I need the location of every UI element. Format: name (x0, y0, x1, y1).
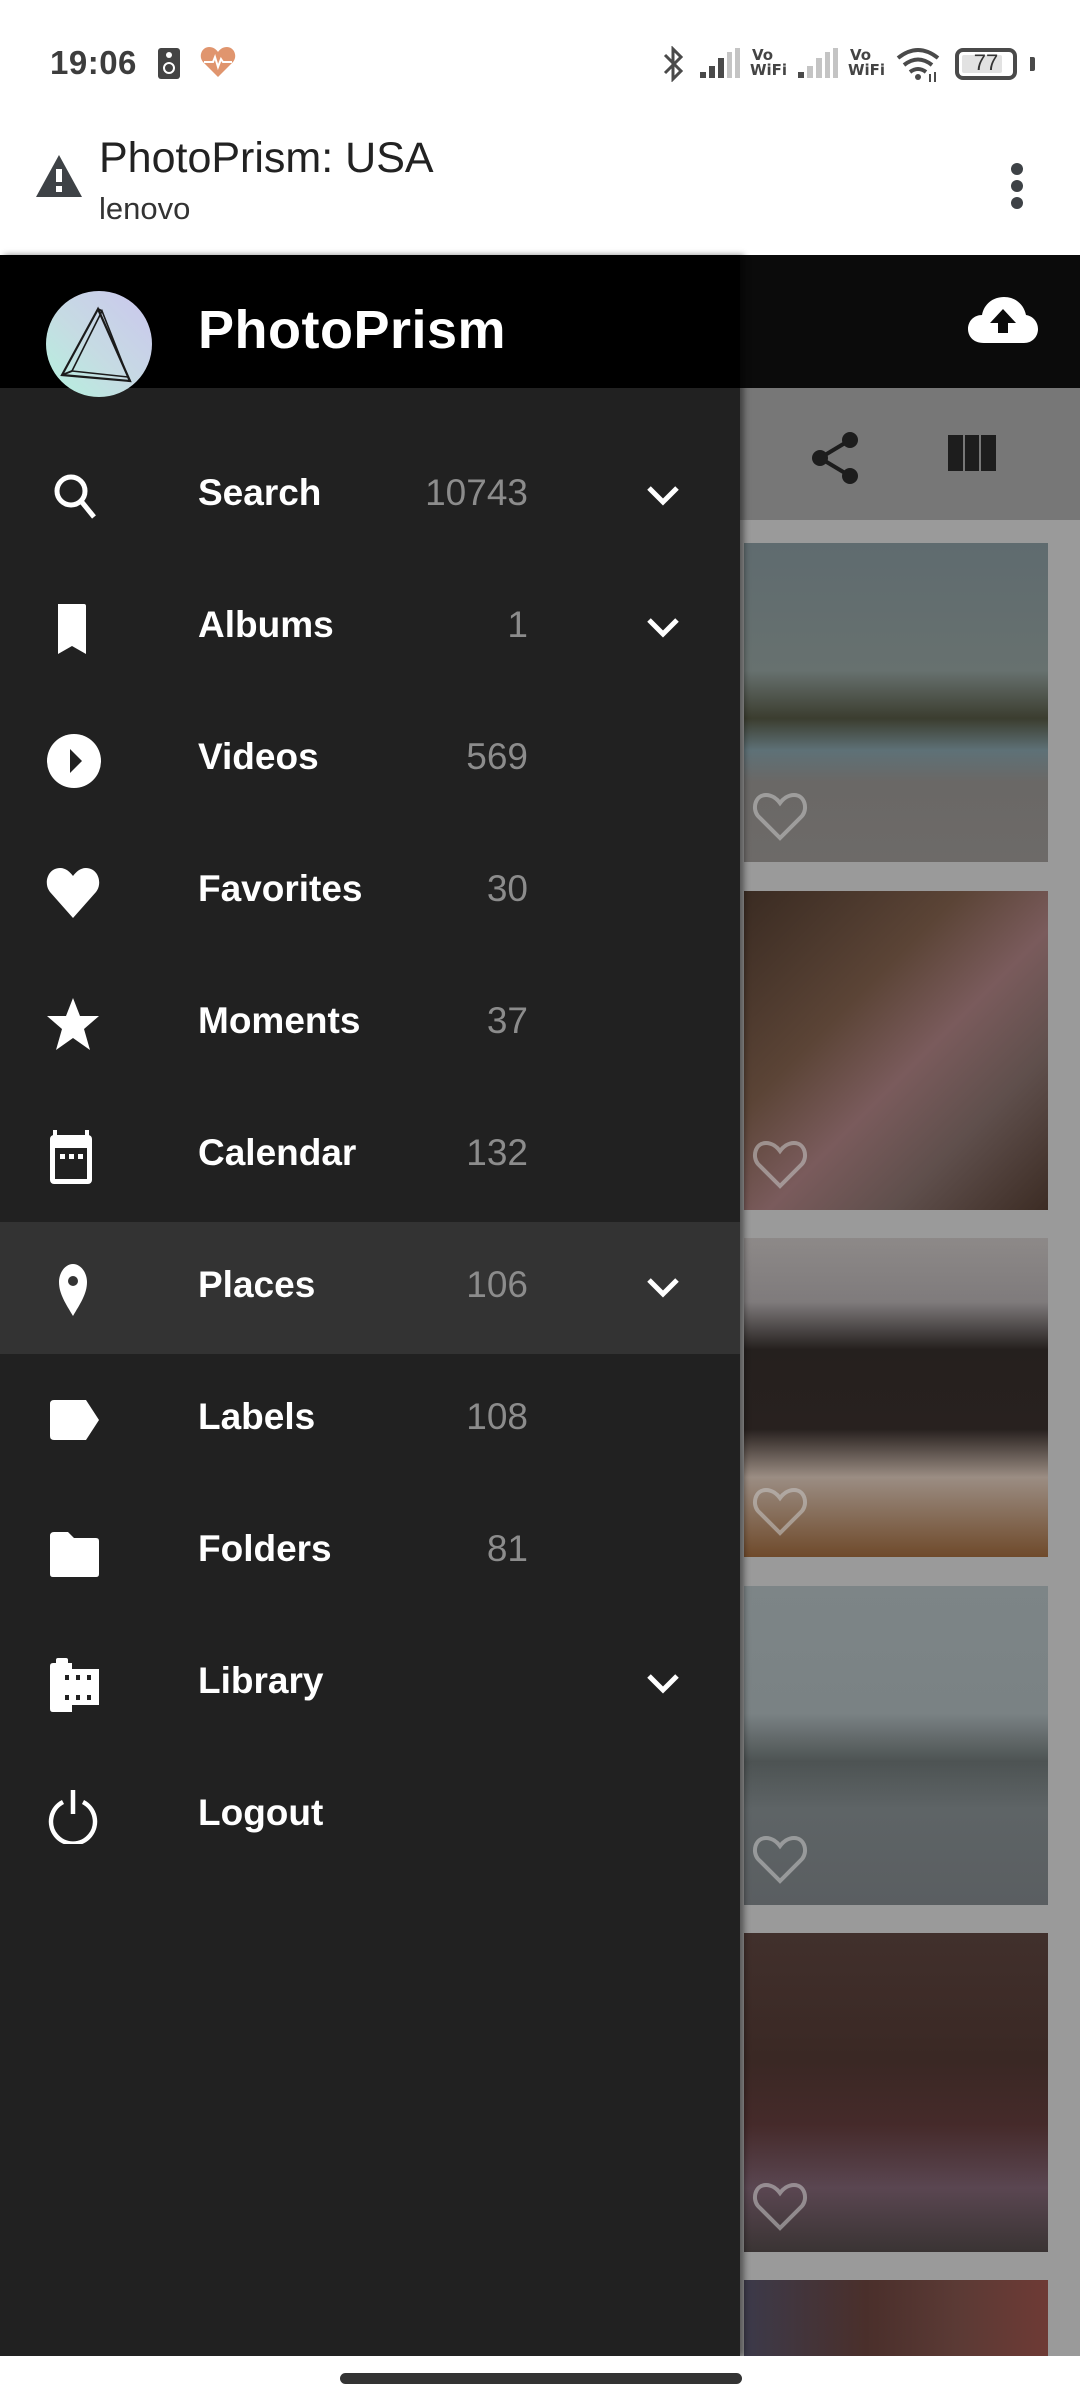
menu-item-labels[interactable]: Labels 108 (0, 1354, 740, 1486)
menu-item-count: 1 (507, 604, 528, 645)
battery-nub (1030, 57, 1035, 71)
drawer-header: PhotoPrism (0, 255, 740, 397)
menu-item-label: Labels (198, 1396, 316, 1437)
system-nav-bar (0, 2356, 1080, 2400)
vowifi-icon: Vo WiFi (750, 48, 787, 78)
menu-item-label: Search (198, 472, 322, 513)
chevron-down-icon[interactable] (643, 1666, 683, 1702)
label-icon (50, 1400, 99, 1440)
menu-item-label: Places (198, 1264, 316, 1305)
folder-icon (50, 1532, 99, 1577)
bluetooth-icon (663, 46, 684, 82)
more-vert-icon[interactable] (1000, 155, 1034, 215)
star-icon (47, 998, 99, 1050)
chevron-down-icon[interactable] (643, 1270, 683, 1306)
chevron-down-icon[interactable] (643, 610, 683, 646)
wifi-icon (896, 48, 940, 82)
warning-icon[interactable] (34, 153, 84, 199)
power-icon (48, 1790, 98, 1844)
drawer-menu: Search 10743 Albums 1 Videos 569 Favorit… (0, 430, 740, 1882)
play-circle-icon (47, 734, 101, 788)
menu-item-library[interactable]: Library (0, 1618, 740, 1750)
menu-item-count: 30 (486, 868, 528, 909)
place-icon (59, 1264, 87, 1316)
menu-item-count: 10743 (425, 472, 528, 513)
menu-item-calendar[interactable]: Calendar 132 (0, 1090, 740, 1222)
menu-item-count: 106 (466, 1264, 528, 1305)
prism-icon (60, 306, 132, 383)
home-gesture-handle[interactable] (340, 2373, 742, 2384)
navigation-drawer: PhotoPrism Search 10743 Albums 1 Videos … (0, 255, 740, 2356)
vowifi-icon: Vo WiFi (848, 48, 885, 78)
page-title: PhotoPrism: USA (99, 134, 434, 182)
chevron-down-icon[interactable] (643, 478, 683, 514)
signal-icon (798, 48, 838, 78)
battery-icon: 77 (955, 48, 1017, 80)
menu-item-count: 569 (466, 736, 528, 777)
vowifi-bottom: WiFi (848, 61, 886, 79)
menu-item-count: 37 (486, 1000, 528, 1041)
vowifi-bottom: WiFi (750, 61, 788, 79)
health-heart-icon (200, 47, 236, 77)
menu-item-label: Library (198, 1660, 324, 1701)
menu-item-moments[interactable]: Moments 37 (0, 958, 740, 1090)
heart-icon (46, 868, 100, 918)
menu-item-count: 132 (466, 1132, 528, 1173)
calendar-icon (50, 1130, 92, 1184)
menu-item-logout[interactable]: Logout (0, 1750, 740, 1882)
menu-item-label: Albums (198, 604, 334, 645)
menu-item-label: Favorites (198, 868, 363, 909)
photoprism-logo[interactable] (46, 291, 152, 397)
menu-item-folders[interactable]: Folders 81 (0, 1486, 740, 1618)
search-icon (54, 474, 96, 519)
menu-item-label: Folders (198, 1528, 332, 1569)
menu-item-label: Moments (198, 1000, 361, 1041)
menu-item-label: Videos (198, 736, 319, 777)
page-subtitle: lenovo (99, 191, 191, 226)
menu-item-videos[interactable]: Videos 569 (0, 694, 740, 826)
menu-item-search[interactable]: Search 10743 (0, 430, 740, 562)
status-time: 19:06 (50, 44, 137, 81)
menu-item-albums[interactable]: Albums 1 (0, 562, 740, 694)
menu-item-count: 81 (486, 1528, 528, 1569)
status-bar: 19:06 Vo WiFi Vo WiFi 77 (0, 0, 1080, 125)
menu-item-favorites[interactable]: Favorites 30 (0, 826, 740, 958)
menu-item-label: Calendar (198, 1132, 357, 1173)
film-icon (50, 1658, 99, 1712)
drawer-title: PhotoPrism (198, 300, 507, 360)
menu-item-places[interactable]: Places 106 (0, 1222, 740, 1354)
battery-level: 77 (973, 50, 999, 75)
browser-title-bar: PhotoPrism: USA lenovo (0, 125, 1080, 255)
signal-icon (700, 48, 740, 78)
menu-item-count: 108 (466, 1396, 528, 1437)
menu-item-label: Logout (198, 1792, 324, 1833)
bookmark-icon (58, 604, 86, 654)
speaker-icon (158, 48, 180, 79)
